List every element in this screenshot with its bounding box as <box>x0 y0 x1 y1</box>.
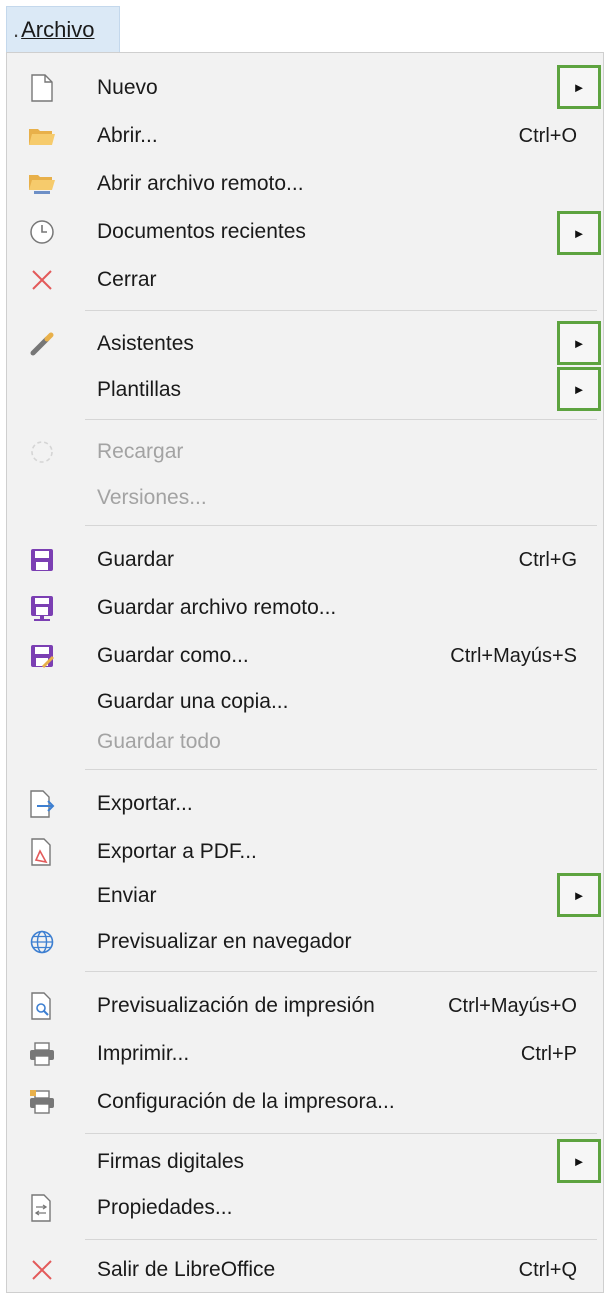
menu-item-label: Previsualizar en navegador <box>97 930 352 953</box>
shortcut-text: Ctrl+P <box>520 1043 577 1065</box>
save-icon <box>27 545 57 575</box>
menu-separator <box>85 525 597 526</box>
close-icon <box>27 265 57 295</box>
shortcut-text: Ctrl+Mayús+S <box>450 645 577 667</box>
clock-icon <box>27 217 57 247</box>
chevron-right-icon: ► <box>572 887 586 903</box>
menu-item-exportar-pdf[interactable]: Exportar a PDF... <box>13 831 599 873</box>
menu-item-guardar-todo: Guardar todo <box>13 721 599 763</box>
menu-item-label: Versiones... <box>97 486 207 509</box>
submenu-arrow-enviar[interactable]: ► <box>557 873 601 917</box>
menu-bar: .Archivo <box>0 0 608 56</box>
properties-icon <box>27 1193 57 1223</box>
menu-item-guardar[interactable]: Guardar Ctrl+G <box>13 539 599 581</box>
menu-item-label: Documentos recientes <box>97 220 306 243</box>
menu-item-label: Asistentes <box>97 332 194 355</box>
menu-item-previsualizacion-impresion[interactable]: Previsualización de impresión Ctrl+Mayús… <box>13 985 599 1027</box>
menu-item-label: Guardar todo <box>97 730 221 753</box>
globe-icon <box>27 927 57 957</box>
exit-icon <box>27 1255 57 1285</box>
shortcut-text: Ctrl+G <box>518 549 577 571</box>
menu-item-label: Abrir archivo remoto... <box>97 172 304 195</box>
menu-item-label: Exportar a PDF... <box>97 840 257 863</box>
menu-item-label: Previsualización de impresión <box>97 994 375 1017</box>
menu-separator <box>85 769 597 770</box>
save-as-icon <box>27 641 57 671</box>
menu-item-versiones: Versiones... <box>13 477 599 519</box>
menu-item-label: Configuración de la impresora... <box>97 1090 395 1113</box>
menu-item-guardar-remoto[interactable]: Guardar archivo remoto... <box>13 587 599 629</box>
menu-item-label: Recargar <box>97 440 184 463</box>
menu-item-cerrar[interactable]: Cerrar <box>13 259 599 301</box>
menu-archivo[interactable]: .Archivo <box>6 6 120 52</box>
menu-item-label: Nuevo <box>97 76 158 99</box>
reload-icon <box>27 437 57 467</box>
submenu-arrow-nuevo[interactable]: ► <box>557 65 601 109</box>
printer-icon <box>27 1039 57 1069</box>
menu-item-label: Guardar <box>97 548 175 571</box>
menu-item-label: Plantillas <box>97 378 182 401</box>
menu-separator <box>85 310 597 311</box>
menu-item-imprimir[interactable]: Imprimir... Ctrl+P <box>13 1033 599 1075</box>
chevron-right-icon: ► <box>572 79 586 95</box>
file-menu-dropdown: Nuevo Abrir... Ctrl+O Abrir archivo remo… <box>6 52 604 1293</box>
shortcut-text: Ctrl+Mayús+O <box>448 995 577 1017</box>
submenu-arrow-asistentes[interactable]: ► <box>557 321 601 365</box>
chevron-right-icon: ► <box>572 335 586 351</box>
menu-item-label: Cerrar <box>97 268 157 291</box>
menu-item-label: Abrir... <box>97 124 158 147</box>
export-icon <box>27 789 57 819</box>
submenu-arrow-firmas[interactable]: ► <box>557 1139 601 1183</box>
shortcut-text: Ctrl+Q <box>518 1259 577 1281</box>
print-preview-icon <box>27 991 57 1021</box>
menu-item-label: Exportar... <box>97 792 193 815</box>
menu-item-label: Imprimir... <box>97 1042 190 1065</box>
menu-item-exportar[interactable]: Exportar... <box>13 783 599 825</box>
menu-archivo-label: Archivo <box>21 17 95 42</box>
menu-item-documentos-recientes[interactable]: Documentos recientes <box>13 211 599 253</box>
chevron-right-icon: ► <box>572 381 586 397</box>
magic-wand-icon <box>27 329 57 359</box>
menu-item-nuevo[interactable]: Nuevo <box>13 67 599 109</box>
menu-item-label: Propiedades... <box>97 1196 233 1219</box>
menu-separator <box>85 1133 597 1134</box>
menu-item-previsualizar-navegador[interactable]: Previsualizar en navegador <box>13 921 599 963</box>
menu-item-label: Enviar <box>97 884 157 907</box>
menu-item-label: Guardar archivo remoto... <box>97 596 337 619</box>
menu-item-abrir[interactable]: Abrir... Ctrl+O <box>13 115 599 157</box>
menu-item-configuracion-impresora[interactable]: Configuración de la impresora... <box>13 1081 599 1123</box>
submenu-arrow-plantillas[interactable]: ► <box>557 367 601 411</box>
menu-item-label: Firmas digitales <box>97 1150 245 1173</box>
menu-separator <box>85 1239 597 1240</box>
save-remote-icon <box>27 593 57 623</box>
chevron-right-icon: ► <box>572 225 586 241</box>
menu-item-label: Salir de LibreOffice <box>97 1258 276 1281</box>
remote-folder-icon <box>27 169 57 199</box>
menu-item-asistentes[interactable]: Asistentes <box>13 323 599 365</box>
folder-open-icon <box>27 121 57 151</box>
menu-item-recargar: Recargar <box>13 431 599 473</box>
menu-item-guardar-como[interactable]: Guardar como... Ctrl+Mayús+S <box>13 635 599 677</box>
menu-separator <box>85 971 597 972</box>
menu-item-abrir-remoto[interactable]: Abrir archivo remoto... <box>13 163 599 205</box>
menu-item-label: Guardar una copia... <box>97 690 289 713</box>
menu-item-label: Guardar como... <box>97 644 249 667</box>
menu-item-firmas-digitales[interactable]: Firmas digitales <box>13 1141 599 1183</box>
menu-item-enviar[interactable]: Enviar <box>13 875 599 917</box>
new-document-icon <box>27 73 57 103</box>
pdf-export-icon <box>27 837 57 867</box>
chevron-right-icon: ► <box>572 1153 586 1169</box>
menu-separator <box>85 419 597 420</box>
printer-settings-icon <box>27 1087 57 1117</box>
menu-item-propiedades[interactable]: Propiedades... <box>13 1187 599 1229</box>
submenu-arrow-recientes[interactable]: ► <box>557 211 601 255</box>
menu-item-guardar-copia[interactable]: Guardar una copia... <box>13 681 599 723</box>
shortcut-text: Ctrl+O <box>518 125 577 147</box>
menu-dot: . <box>13 17 20 42</box>
menu-item-salir[interactable]: Salir de LibreOffice Ctrl+Q <box>13 1249 599 1291</box>
menu-item-plantillas[interactable]: Plantillas <box>13 369 599 411</box>
